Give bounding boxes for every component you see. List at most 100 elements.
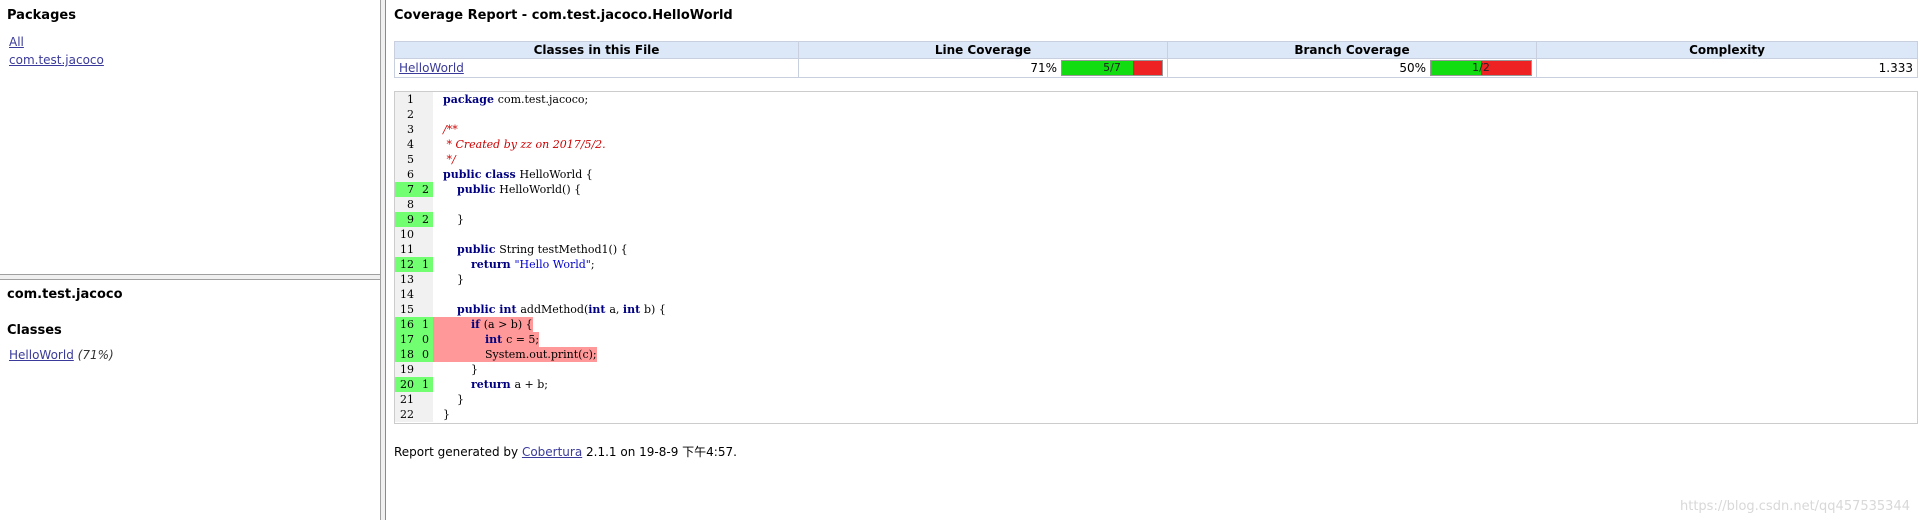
source-line: 16 1 if (a > b) { [395,317,1917,332]
source-code: } [433,362,478,377]
code-token: "Hello World" [514,258,591,271]
source-code [433,107,443,122]
complexity-cell: 1.333 [1536,58,1918,78]
hit-count [418,242,433,257]
source-code: } [433,212,464,227]
source-line: 92 } [395,212,1917,227]
hit-count [418,137,433,152]
source-code: System.out.print(c); [433,347,597,362]
header-complexity: Complexity [1536,41,1918,59]
source-code: */ [433,152,455,167]
code-token: return [470,378,515,391]
packages-frame: Packages All com.test.jacoco [0,0,380,274]
line-number: 10 [395,227,418,242]
source-code: if (a > b) { [433,317,533,332]
package-classes-frame: com.test.jacoco Classes HelloWorld (71%) [0,280,380,520]
package-link-com-test-jacoco[interactable]: com.test.jacoco [9,51,380,69]
source-line: 72 public HelloWorld() { [395,182,1917,197]
source-code: * Created by zz on 2017/5/2. [433,137,605,152]
code-token: if [470,318,484,331]
line-number: 1 [395,92,418,107]
hit-count [418,167,433,182]
line-coverage-bar: 5/7 [1061,60,1163,76]
code-token: b) { [643,303,666,316]
source-line: 6 public class HelloWorld { [395,167,1917,182]
source-line: 17 0 int c = 5; [395,332,1917,347]
hit-count: 0 [418,347,433,362]
hit-count [418,362,433,377]
report-frame: Coverage Report - com.test.jacoco.HelloW… [386,0,1918,520]
branch-coverage-ratio: 1/2 [1472,61,1490,74]
line-coverage-ratio: 5/7 [1103,61,1121,74]
report-title: Coverage Report - com.test.jacoco.HelloW… [394,8,733,23]
source-code: public int addMethod(int a, int b) { [433,302,666,317]
line-number: 5 [395,152,418,167]
class-link-helloworld[interactable]: HelloWorld [9,348,74,362]
code-token: addMethod( [520,303,589,316]
source-line: 2 [395,107,1917,122]
packages-list: All com.test.jacoco [9,33,380,69]
hit-count [418,272,433,287]
line-number: 9 [395,212,418,227]
code-token: HelloWorld() { [499,183,582,196]
source-line: 22} [395,407,1917,422]
line-number: 6 [395,167,418,182]
hit-count: 1 [418,377,433,392]
code-token: } [443,408,450,421]
packages-heading: Packages [7,8,76,23]
source-line: 4 * Created by zz on 2017/5/2. [395,137,1917,152]
hit-count: 1 [418,317,433,332]
package-name: com.test.jacoco [7,287,123,302]
source-line: 14 [395,287,1917,302]
line-number: 22 [395,407,418,422]
line-number: 17 [395,332,418,347]
hit-count [418,287,433,302]
code-token: } [443,363,478,376]
code-token: HelloWorld { [519,168,593,181]
line-number: 3 [395,122,418,137]
package-link-all[interactable]: All [9,33,380,51]
line-number: 8 [395,197,418,212]
branch-coverage-bar: 1/2 [1430,60,1532,76]
source-code [433,287,443,302]
source-code: int c = 5; [433,332,540,347]
source-code: public HelloWorld() { [433,182,581,197]
cobertura-link[interactable]: Cobertura [522,445,582,459]
footer-suffix: 2.1.1 on 19-8-9 下午4:57. [586,445,737,459]
line-number: 7 [395,182,418,197]
class-link[interactable]: HelloWorld [399,61,464,75]
line-coverage-cell: 71% 5/7 [798,58,1168,78]
branch-coverage-cell: 50% 1/2 [1167,58,1537,78]
source-line: 18 0 System.out.print(c); [395,347,1917,362]
source-line: 19 } [395,362,1917,377]
code-token: a, [609,303,623,316]
source-code: return a + b; [433,377,548,392]
code-token: int [588,303,610,316]
coverage-summary-table: Classes in this File Line Coverage Branc… [394,41,1918,78]
line-number: 12 [395,257,418,272]
source-code [433,197,443,212]
source-code [433,227,443,242]
source-line: 13 } [395,272,1917,287]
source-code: } [433,407,450,422]
code-token: com.test.jacoco; [497,93,589,106]
code-token: c = 5; [506,333,540,346]
branch-coverage-percent: 50% [1399,61,1426,75]
hit-count [418,92,433,107]
header-classes: Classes in this File [394,41,799,59]
source-code-listing: 1 package com.test.jacoco; 2 3/** 4 * Create… [394,91,1918,424]
code-token: public int [457,303,521,316]
hit-count [418,227,433,242]
class-cell: HelloWorld [394,58,799,78]
source-line: 8 [395,197,1917,212]
code-token: } [443,273,464,286]
hit-count: 1 [418,257,433,272]
table-row: HelloWorld 71% 5/7 50% 1/2 1.333 [394,58,1918,78]
hit-count [418,407,433,422]
